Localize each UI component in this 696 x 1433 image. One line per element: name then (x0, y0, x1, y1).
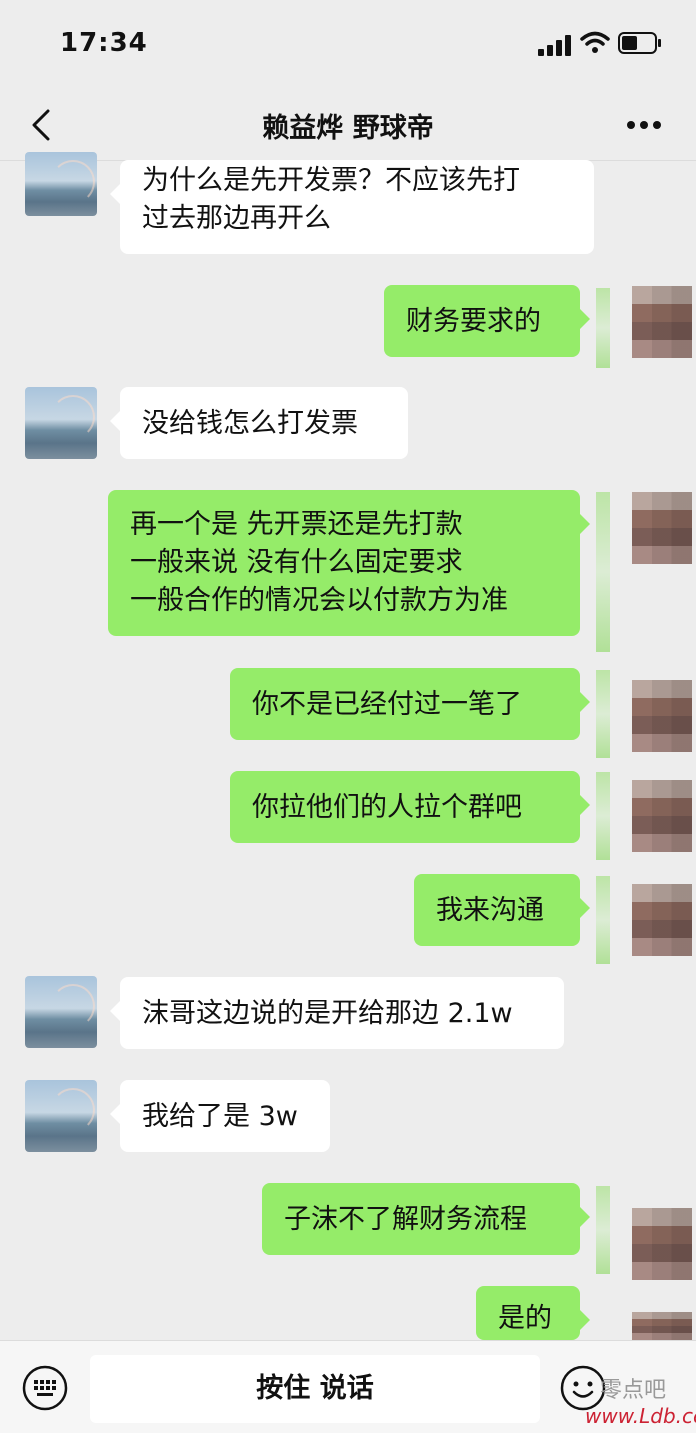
watermark-text: 零点吧 (600, 1378, 667, 1403)
message-bubble: 是的 (476, 1286, 590, 1340)
message-text: 一般来说 没有什么固定要求 (130, 547, 463, 578)
avatar[interactable] (632, 1208, 692, 1280)
avatar[interactable] (632, 492, 692, 564)
blur-mask (596, 288, 610, 368)
battery-icon (618, 32, 661, 54)
blur-mask (596, 670, 610, 758)
message-bubble: 我来沟通 (414, 874, 590, 946)
avatar[interactable] (25, 1080, 97, 1152)
message-text: 为什么是先开发票？不应该先打 (142, 165, 520, 196)
message-text: 一般合作的情况会以付款方为准 (130, 585, 508, 616)
message-bubble: 财务要求的 (384, 285, 590, 357)
message-text: 我来沟通 (436, 895, 544, 926)
message-bubble: 为什么是先开发票？不应该先打 过去那边再开么 (110, 160, 594, 254)
avatar[interactable] (25, 152, 97, 216)
blur-mask (596, 492, 610, 652)
avatar[interactable] (632, 680, 692, 752)
message-text: 财务要求的 (406, 306, 541, 337)
wifi-icon (580, 31, 610, 53)
message-bubble: 你拉他们的人拉个群吧 (230, 771, 590, 843)
message-text: 是的 (498, 1303, 552, 1334)
blur-mask (596, 1186, 610, 1274)
message-text: 子沫不了解财务流程 (284, 1204, 527, 1235)
keyboard-icon[interactable] (22, 1365, 68, 1411)
avatar[interactable] (632, 1312, 692, 1340)
message-text: 你拉他们的人拉个群吧 (252, 792, 522, 823)
message-text: 沫哥这边说的是开给那边 2.1w (142, 998, 513, 1029)
blur-mask (596, 772, 610, 860)
message-text: 没给钱怎么打发票 (142, 408, 358, 439)
blur-mask (596, 876, 610, 964)
message-text: 过去那边再开么 (142, 203, 331, 234)
status-time: 17:34 (60, 28, 148, 58)
message-bubble: 子沫不了解财务流程 (262, 1183, 590, 1255)
avatar[interactable] (25, 387, 97, 459)
hold-to-talk-button[interactable]: 按住 说话 (90, 1355, 540, 1423)
message-bubble: 你不是已经付过一笔了 (230, 668, 590, 740)
message-bubble: 再一个是 先开票还是先打款 一般来说 没有什么固定要求 一般合作的情况会以付款方… (108, 490, 590, 636)
message-text: 再一个是 先开票还是先打款 (130, 509, 463, 540)
message-bubble: 沫哥这边说的是开给那边 2.1w (110, 977, 564, 1049)
message-bubble: 没给钱怎么打发票 (110, 387, 408, 459)
avatar[interactable] (632, 286, 692, 358)
avatar[interactable] (632, 884, 692, 956)
more-icon[interactable] (626, 120, 662, 130)
nav-bar: 赖益烨 野球帝 (0, 90, 696, 161)
message-text: 你不是已经付过一笔了 (252, 689, 522, 720)
avatar[interactable] (25, 976, 97, 1048)
avatar[interactable] (632, 780, 692, 852)
status-bar: 17:34 (0, 0, 696, 90)
message-text: 我给了是 3w (142, 1101, 298, 1132)
message-bubble: 我给了是 3w (110, 1080, 330, 1152)
signal-icon (538, 35, 571, 56)
watermark-url: www.Ldb.cc (585, 1404, 696, 1428)
chat-title: 赖益烨 野球帝 (262, 113, 434, 144)
